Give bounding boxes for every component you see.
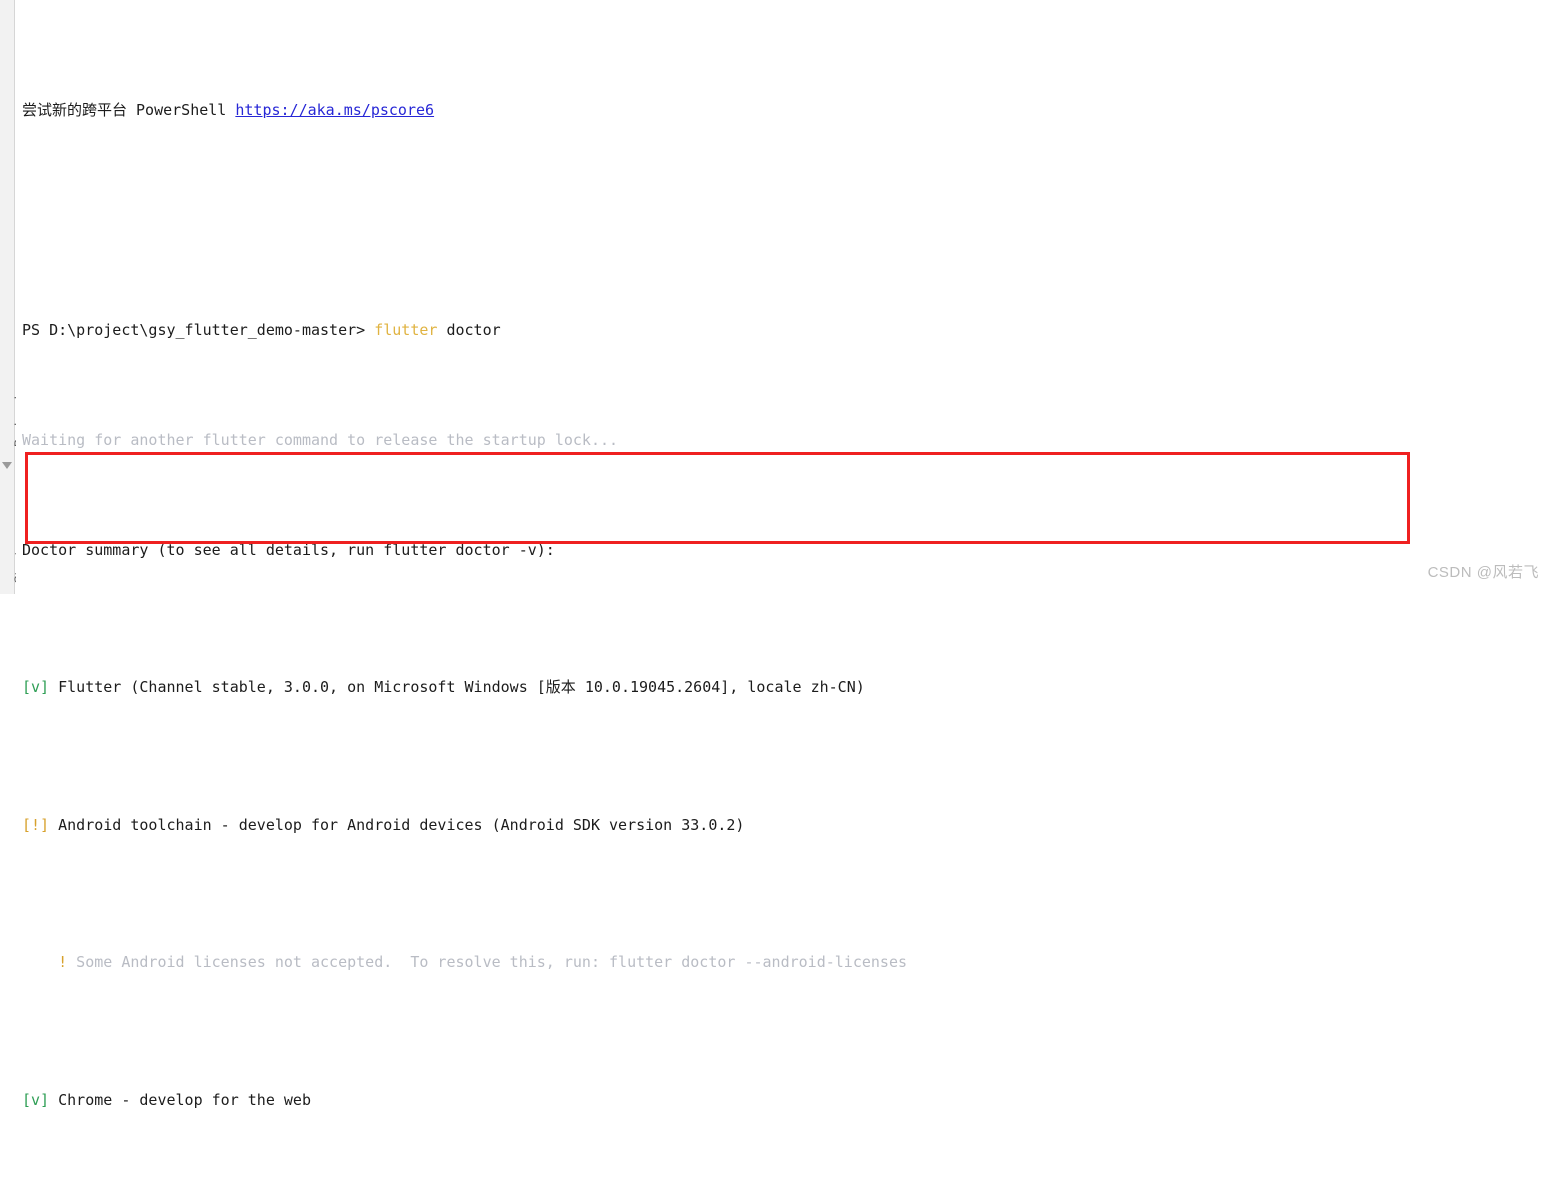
status-marker-ok: [v]	[22, 678, 50, 696]
command-name: flutter	[374, 320, 438, 339]
banner-text: 尝试新的跨平台 PowerShell	[22, 100, 236, 119]
waiting-text: Waiting for another flutter command to r…	[22, 430, 619, 449]
check-row-chrome: [v] Chrome - develop for the web	[22, 1087, 1552, 1115]
doctor-summary-text: Doctor summary (to see all details, run …	[22, 540, 555, 559]
status-marker-warn: !	[58, 953, 68, 971]
check-label: Chrome - develop for the web	[49, 1090, 311, 1109]
check-detail: Some Android licenses not accepted. To r…	[67, 953, 908, 971]
powershell-banner-line: 尝试新的跨平台 PowerShell https://aka.ms/pscore…	[22, 97, 1552, 125]
collapse-arrow-icon[interactable]	[2, 462, 12, 469]
prompt-path: PS D:\project\gsy_flutter_demo-master>	[22, 320, 375, 339]
terminal-output[interactable]: 尝试新的跨平台 PowerShell https://aka.ms/pscore…	[16, 0, 1552, 1109]
check-subrow-android-licenses: ! Some Android licenses not accepted. To…	[22, 949, 1552, 977]
terminal-window: Bookmarks Structure 尝试新的跨平台 PowerShell h…	[0, 0, 1552, 1109]
check-row-flutter: [v] Flutter (Channel stable, 3.0.0, on M…	[22, 674, 1552, 702]
check-label: Flutter (Channel stable, 3.0.0, on Micro…	[49, 678, 865, 696]
status-marker-warn: [!]	[22, 815, 50, 834]
check-label: Android toolchain - develop for Android …	[49, 815, 745, 834]
status-marker-ok: [v]	[22, 1090, 50, 1109]
doctor-summary-line: Doctor summary (to see all details, run …	[22, 537, 1552, 565]
pscore6-link[interactable]: https://aka.ms/pscore6	[235, 101, 434, 119]
waiting-line: Waiting for another flutter command to r…	[22, 427, 1552, 455]
command-args: doctor	[437, 320, 501, 339]
watermark: CSDN @风若飞	[1427, 564, 1539, 581]
prompt-line: PS D:\project\gsy_flutter_demo-master> f…	[22, 317, 1552, 345]
check-row-android-toolchain: [!] Android toolchain - develop for Andr…	[22, 812, 1552, 840]
